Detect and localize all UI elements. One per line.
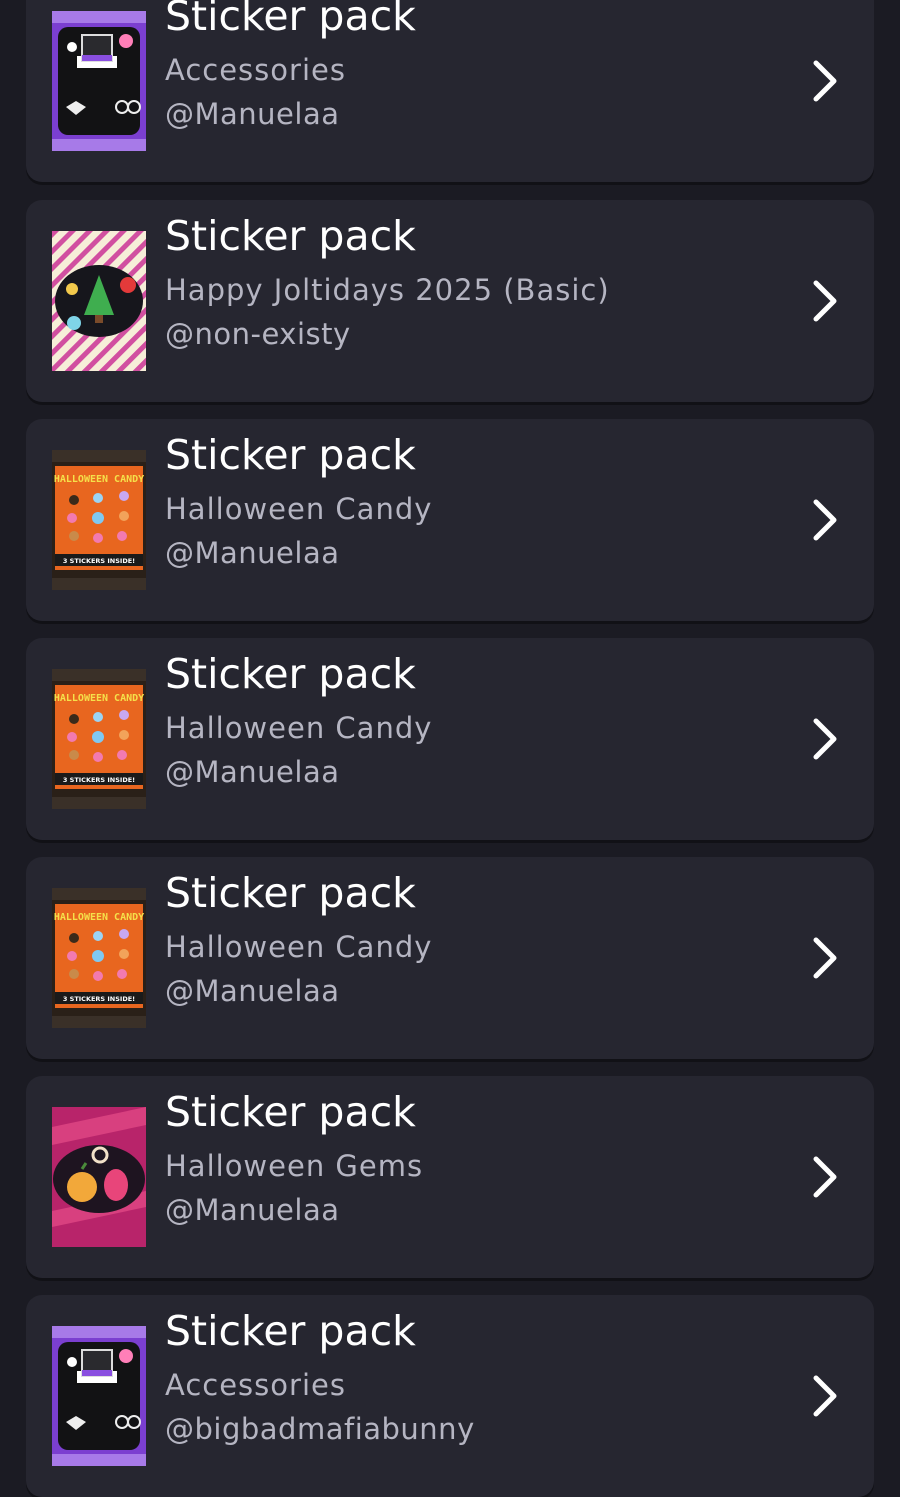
sticker-pack-item[interactable]: HALLOWEEN CANDY 3 STICKERS INSIDE! Stick… — [26, 857, 874, 1059]
sticker-pack-item[interactable]: Sticker pack Halloween Gems @Manuelaa — [26, 1076, 874, 1278]
pack-owner: @non-existy — [165, 317, 351, 351]
sticker-pack-item[interactable]: Sticker pack Happy Joltidays 2025 (Basic… — [26, 200, 874, 402]
joltidays-pack-icon — [52, 231, 146, 371]
pack-art-sublabel: 3 STICKERS INSIDE! — [63, 995, 135, 1003]
pack-title: Sticker pack — [165, 0, 416, 40]
pack-art-label: HALLOWEEN CANDY — [54, 693, 144, 704]
chevron-right-icon — [810, 279, 840, 323]
pack-title: Sticker pack — [165, 212, 416, 260]
pack-collection-name: Halloween Candy — [165, 492, 433, 526]
halloween-candy-pack-icon: HALLOWEEN CANDY 3 STICKERS INSIDE! — [52, 450, 146, 590]
pack-art-label: HALLOWEEN CANDY — [54, 474, 144, 485]
sticker-pack-list: Sticker pack Accessories @Manuelaa Stick… — [0, 0, 900, 1497]
accessories-pack-icon — [52, 11, 146, 151]
chevron-right-icon — [810, 1155, 840, 1199]
chevron-right-icon — [810, 59, 840, 103]
chevron-right-icon — [810, 936, 840, 980]
sticker-pack-item[interactable]: HALLOWEEN CANDY 3 STICKERS INSIDE! Stick… — [26, 638, 874, 840]
sticker-pack-item[interactable]: Sticker pack Accessories @bigbadmafiabun… — [26, 1295, 874, 1497]
pack-collection-name: Halloween Candy — [165, 711, 433, 745]
chevron-right-icon — [810, 498, 840, 542]
pack-title: Sticker pack — [165, 650, 416, 698]
pack-art-sublabel: 3 STICKERS INSIDE! — [63, 776, 135, 784]
pack-owner: @Manuelaa — [165, 1193, 340, 1227]
sticker-pack-item[interactable]: Sticker pack Accessories @Manuelaa — [26, 0, 874, 182]
accessories-pack-icon — [52, 1326, 146, 1466]
chevron-right-icon — [810, 1374, 840, 1418]
pack-collection-name: Accessories — [165, 53, 346, 87]
halloween-candy-pack-icon: HALLOWEEN CANDY 3 STICKERS INSIDE! — [52, 669, 146, 809]
pack-owner: @Manuelaa — [165, 755, 340, 789]
pack-art-label: HALLOWEEN CANDY — [54, 912, 144, 923]
pack-owner: @Manuelaa — [165, 97, 340, 131]
pack-collection-name: Accessories — [165, 1368, 346, 1402]
halloween-gems-pack-icon — [52, 1107, 146, 1247]
sticker-pack-item[interactable]: HALLOWEEN CANDY 3 STICKERS INSIDE! Stick… — [26, 419, 874, 621]
pack-owner: @bigbadmafiabunny — [165, 1412, 475, 1446]
pack-title: Sticker pack — [165, 1307, 416, 1355]
halloween-candy-pack-icon: HALLOWEEN CANDY 3 STICKERS INSIDE! — [52, 888, 146, 1028]
pack-owner: @Manuelaa — [165, 536, 340, 570]
pack-art-sublabel: 3 STICKERS INSIDE! — [63, 557, 135, 565]
chevron-right-icon — [810, 717, 840, 761]
pack-collection-name: Happy Joltidays 2025 (Basic) — [165, 273, 610, 307]
pack-owner: @Manuelaa — [165, 974, 340, 1008]
pack-title: Sticker pack — [165, 1088, 416, 1136]
pack-title: Sticker pack — [165, 431, 416, 479]
pack-collection-name: Halloween Candy — [165, 930, 433, 964]
pack-title: Sticker pack — [165, 869, 416, 917]
pack-collection-name: Halloween Gems — [165, 1149, 424, 1183]
